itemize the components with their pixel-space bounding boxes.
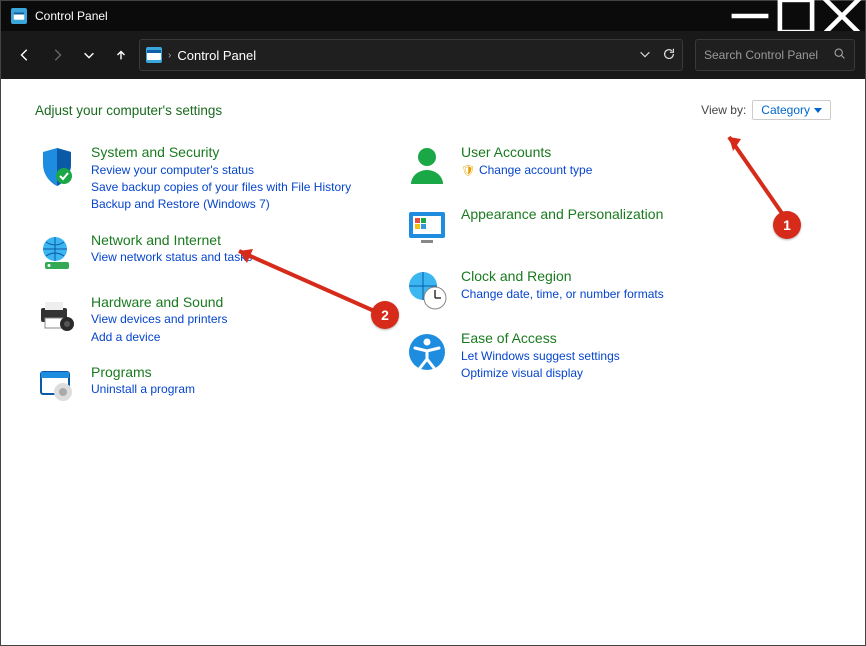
window-title: Control Panel: [35, 9, 108, 23]
view-by-selector[interactable]: Category: [752, 100, 831, 120]
programs-icon: [35, 364, 79, 408]
control-panel-icon: [11, 8, 27, 24]
view-by-label: View by:: [701, 103, 746, 117]
user-icon: [405, 144, 449, 188]
close-button[interactable]: [819, 1, 865, 31]
task-link[interactable]: Let Windows suggest settings: [461, 348, 620, 365]
category-hardware-sound: Hardware and Sound View devices and prin…: [35, 294, 385, 346]
content-area: Adjust your computer's settings View by:…: [1, 79, 865, 645]
category-link[interactable]: User Accounts: [461, 144, 592, 162]
category-programs: Programs Uninstall a program: [35, 364, 385, 408]
category-system-security: System and Security Review your computer…: [35, 144, 385, 214]
task-link[interactable]: View network status and tasks: [91, 249, 252, 266]
category-network-internet: Network and Internet View network status…: [35, 232, 385, 276]
minimize-button[interactable]: [727, 1, 773, 31]
accessibility-icon: [405, 330, 449, 374]
task-link[interactable]: Optimize visual display: [461, 365, 620, 382]
view-by: View by: Category: [701, 100, 831, 120]
clock-icon: [405, 268, 449, 312]
view-by-value: Category: [761, 103, 810, 117]
task-link[interactable]: Change date, time, or number formats: [461, 286, 664, 303]
address-bar-icon: [146, 47, 162, 63]
task-link[interactable]: View devices and printers: [91, 311, 228, 328]
task-link[interactable]: Add a device: [91, 329, 228, 346]
refresh-button[interactable]: [662, 47, 676, 64]
category-link[interactable]: Appearance and Personalization: [461, 206, 663, 224]
category-user-accounts: User Accounts Change account type: [405, 144, 725, 188]
monitor-icon: [405, 206, 449, 250]
recent-locations-button[interactable]: [75, 41, 103, 69]
breadcrumb-item[interactable]: Control Panel: [177, 48, 256, 63]
search-input[interactable]: Search Control Panel: [695, 39, 855, 71]
task-link[interactable]: Uninstall a program: [91, 381, 195, 398]
globe-icon: [35, 232, 79, 276]
printer-icon: [35, 294, 79, 338]
category-link[interactable]: System and Security: [91, 144, 351, 162]
task-link[interactable]: Backup and Restore (Windows 7): [91, 196, 351, 213]
category-column-left: System and Security Review your computer…: [35, 144, 385, 408]
address-bar[interactable]: › Control Panel: [139, 39, 683, 71]
category-ease-of-access: Ease of Access Let Windows suggest setti…: [405, 330, 725, 382]
maximize-button[interactable]: [773, 1, 819, 31]
category-column-right: User Accounts Change account type Appear…: [405, 144, 725, 408]
search-placeholder: Search Control Panel: [704, 48, 827, 62]
category-appearance: Appearance and Personalization: [405, 206, 725, 250]
forward-button[interactable]: [43, 41, 71, 69]
category-link[interactable]: Ease of Access: [461, 330, 620, 348]
chevron-down-icon[interactable]: [638, 47, 652, 64]
category-clock-region: Clock and Region Change date, time, or n…: [405, 268, 725, 312]
search-icon: [833, 47, 846, 63]
caret-down-icon: [814, 106, 822, 114]
window-frame: Control Panel › Control Panel Search Con…: [0, 0, 866, 646]
annotation-badge-2: 2: [371, 301, 399, 329]
titlebar: Control Panel: [1, 1, 865, 31]
chevron-right-icon: ›: [168, 50, 171, 61]
category-link[interactable]: Clock and Region: [461, 268, 664, 286]
category-link[interactable]: Network and Internet: [91, 232, 252, 250]
navbar: › Control Panel Search Control Panel: [1, 31, 865, 79]
task-link[interactable]: Review your computer's status: [91, 162, 351, 179]
up-button[interactable]: [107, 41, 135, 69]
annotation-badge-1: 1: [773, 211, 801, 239]
task-link[interactable]: Change account type: [461, 162, 592, 180]
back-button[interactable]: [11, 41, 39, 69]
category-link[interactable]: Programs: [91, 364, 195, 382]
shield-icon: [35, 144, 79, 188]
category-link[interactable]: Hardware and Sound: [91, 294, 228, 312]
task-link[interactable]: Save backup copies of your files with Fi…: [91, 179, 351, 196]
